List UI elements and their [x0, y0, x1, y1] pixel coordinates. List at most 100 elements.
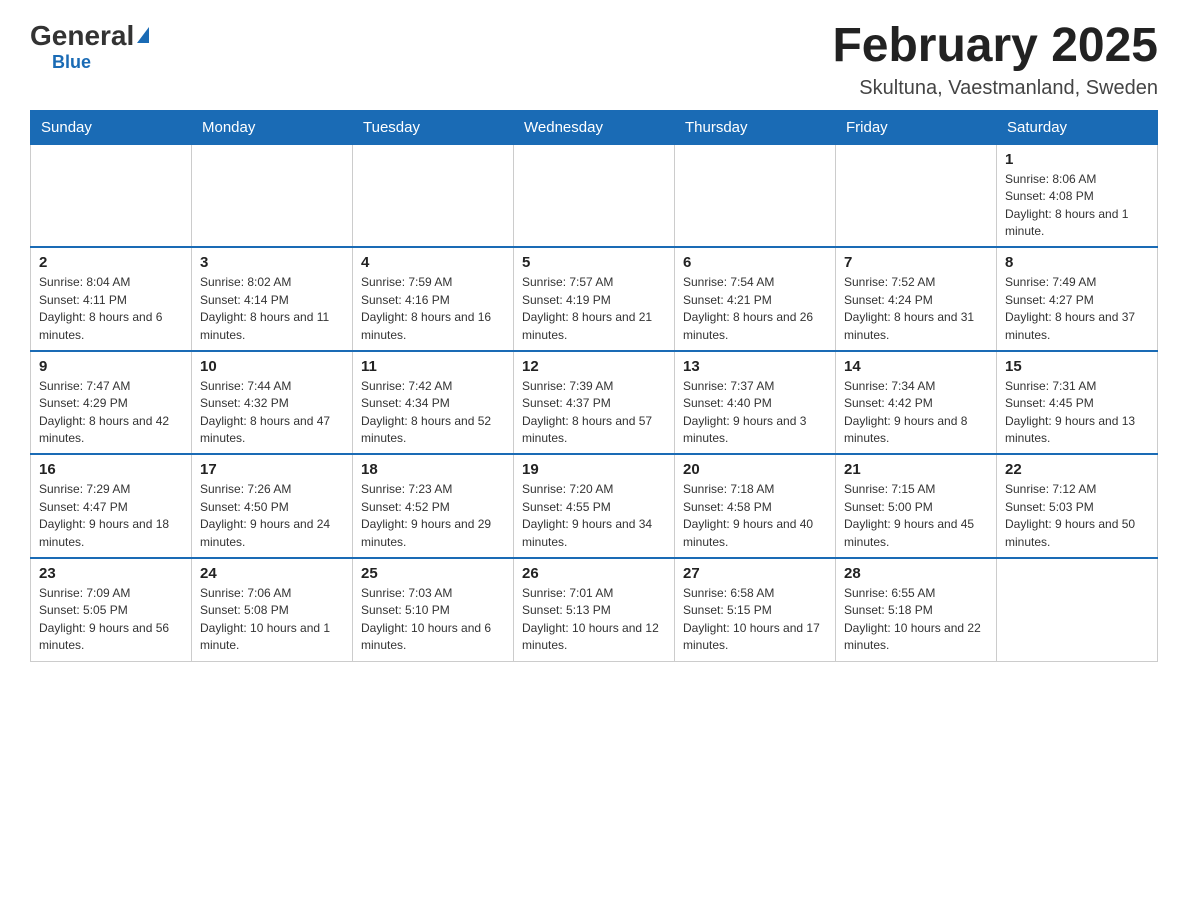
calendar-cell: 23 Sunrise: 7:09 AMSunset: 5:05 PMDayligh…: [31, 558, 192, 661]
calendar-table: SundayMondayTuesdayWednesdayThursdayFrid…: [30, 110, 1158, 662]
weekday-header-monday: Monday: [192, 110, 353, 144]
calendar-cell: [192, 144, 353, 247]
day-number: 1: [1005, 151, 1149, 168]
calendar-cell: 24Sunrise: 7:06 AMSunset: 5:08 PMDayligh…: [192, 558, 353, 661]
calendar-cell: 14 Sunrise: 7:34 AMSunset: 4:42 PMDayligh…: [836, 351, 997, 455]
day-number: 26: [522, 565, 666, 582]
calendar-cell: 20 Sunrise: 7:18 AMSunset: 4:58 PMDayligh…: [675, 454, 836, 558]
calendar-cell: 7 Sunrise: 7:52 AMSunset: 4:24 PMDaylight…: [836, 247, 997, 351]
day-number: 24: [200, 565, 344, 582]
calendar-cell: 6 Sunrise: 7:54 AMSunset: 4:21 PMDaylight…: [675, 247, 836, 351]
weekday-header-saturday: Saturday: [997, 110, 1158, 144]
day-info: Sunrise: 7:34 AMSunset: 4:42 PMDaylight:…: [844, 378, 988, 448]
calendar-cell: 11 Sunrise: 7:42 AMSunset: 4:34 PMDayligh…: [353, 351, 514, 455]
logo-triangle: [137, 27, 149, 43]
day-number: 16: [39, 461, 183, 478]
location-subtitle: Skultuna, Vaestmanland, Sweden: [832, 77, 1158, 100]
day-info: Sunrise: 7:49 AMSunset: 4:27 PMDaylight:…: [1005, 274, 1149, 344]
calendar-cell: 16 Sunrise: 7:29 AMSunset: 4:47 PMDayligh…: [31, 454, 192, 558]
weekday-header-wednesday: Wednesday: [514, 110, 675, 144]
day-number: 20: [683, 461, 827, 478]
day-number: 3: [200, 254, 344, 271]
calendar-cell: 13 Sunrise: 7:37 AMSunset: 4:40 PMDayligh…: [675, 351, 836, 455]
calendar-cell: 9 Sunrise: 7:47 AMSunset: 4:29 PMDaylight…: [31, 351, 192, 455]
calendar-cell: 19 Sunrise: 7:20 AMSunset: 4:55 PMDayligh…: [514, 454, 675, 558]
week-row-2: 2Sunrise: 8:04 AMSunset: 4:11 PMDaylight…: [31, 247, 1158, 351]
day-number: 23: [39, 565, 183, 582]
calendar-cell: 26 Sunrise: 7:01 AMSunset: 5:13 PMDayligh…: [514, 558, 675, 661]
day-info: Sunrise: 6:55 AMSunset: 5:18 PMDaylight:…: [844, 585, 988, 655]
day-info: Sunrise: 6:58 AMSunset: 5:15 PMDaylight:…: [683, 585, 827, 655]
day-number: 6: [683, 254, 827, 271]
day-number: 28: [844, 565, 988, 582]
week-row-5: 23 Sunrise: 7:09 AMSunset: 5:05 PMDayligh…: [31, 558, 1158, 661]
day-number: 2: [39, 254, 183, 271]
day-info: Sunrise: 7:57 AMSunset: 4:19 PMDaylight:…: [522, 274, 666, 344]
calendar-cell: [997, 558, 1158, 661]
day-info: Sunrise: 7:20 AMSunset: 4:55 PMDaylight:…: [522, 481, 666, 551]
day-number: 8: [1005, 254, 1149, 271]
day-info: Sunrise: 7:09 AMSunset: 5:05 PMDaylight:…: [39, 585, 183, 655]
day-number: 5: [522, 254, 666, 271]
day-info: Sunrise: 8:02 AMSunset: 4:14 PMDaylight:…: [200, 274, 344, 344]
header: General Blue February 2025 Skultuna, Vae…: [30, 20, 1158, 100]
day-number: 15: [1005, 358, 1149, 375]
day-info: Sunrise: 7:47 AMSunset: 4:29 PMDaylight:…: [39, 378, 183, 448]
day-info: Sunrise: 7:15 AMSunset: 5:00 PMDaylight:…: [844, 481, 988, 551]
day-info: Sunrise: 7:29 AMSunset: 4:47 PMDaylight:…: [39, 481, 183, 551]
calendar-cell: 8 Sunrise: 7:49 AMSunset: 4:27 PMDaylight…: [997, 247, 1158, 351]
logo-blue-text: Blue: [52, 52, 91, 72]
day-info: Sunrise: 7:01 AMSunset: 5:13 PMDaylight:…: [522, 585, 666, 655]
day-number: 12: [522, 358, 666, 375]
weekday-header-sunday: Sunday: [31, 110, 192, 144]
calendar-cell: 22Sunrise: 7:12 AMSunset: 5:03 PMDayligh…: [997, 454, 1158, 558]
day-number: 10: [200, 358, 344, 375]
day-number: 14: [844, 358, 988, 375]
calendar-cell: 21 Sunrise: 7:15 AMSunset: 5:00 PMDayligh…: [836, 454, 997, 558]
day-number: 7: [844, 254, 988, 271]
calendar-cell: 5 Sunrise: 7:57 AMSunset: 4:19 PMDaylight…: [514, 247, 675, 351]
logo-general-text: General: [30, 20, 134, 52]
calendar-cell: 18 Sunrise: 7:23 AMSunset: 4:52 PMDayligh…: [353, 454, 514, 558]
day-number: 19: [522, 461, 666, 478]
calendar-cell: 4 Sunrise: 7:59 AMSunset: 4:16 PMDaylight…: [353, 247, 514, 351]
day-info: Sunrise: 7:39 AMSunset: 4:37 PMDaylight:…: [522, 378, 666, 448]
week-row-4: 16 Sunrise: 7:29 AMSunset: 4:47 PMDayligh…: [31, 454, 1158, 558]
calendar-cell: [353, 144, 514, 247]
weekday-header-friday: Friday: [836, 110, 997, 144]
day-info: Sunrise: 7:42 AMSunset: 4:34 PMDaylight:…: [361, 378, 505, 448]
day-info: Sunrise: 7:23 AMSunset: 4:52 PMDaylight:…: [361, 481, 505, 551]
calendar-cell: [514, 144, 675, 247]
day-number: 21: [844, 461, 988, 478]
calendar-cell: 15Sunrise: 7:31 AMSunset: 4:45 PMDayligh…: [997, 351, 1158, 455]
week-row-3: 9 Sunrise: 7:47 AMSunset: 4:29 PMDaylight…: [31, 351, 1158, 455]
day-info: Sunrise: 7:26 AMSunset: 4:50 PMDaylight:…: [200, 481, 344, 551]
calendar-cell: [31, 144, 192, 247]
day-number: 11: [361, 358, 505, 375]
day-number: 18: [361, 461, 505, 478]
day-info: Sunrise: 7:59 AMSunset: 4:16 PMDaylight:…: [361, 274, 505, 344]
day-info: Sunrise: 7:12 AMSunset: 5:03 PMDaylight:…: [1005, 481, 1149, 551]
day-number: 9: [39, 358, 183, 375]
day-info: Sunrise: 7:18 AMSunset: 4:58 PMDaylight:…: [683, 481, 827, 551]
month-title: February 2025: [832, 20, 1158, 73]
calendar-cell: 27 Sunrise: 6:58 AMSunset: 5:15 PMDayligh…: [675, 558, 836, 661]
logo: General Blue: [30, 20, 149, 73]
weekday-header-row: SundayMondayTuesdayWednesdayThursdayFrid…: [31, 110, 1158, 144]
day-number: 13: [683, 358, 827, 375]
day-info: Sunrise: 7:37 AMSunset: 4:40 PMDaylight:…: [683, 378, 827, 448]
day-info: Sunrise: 8:06 AMSunset: 4:08 PMDaylight:…: [1005, 171, 1149, 241]
day-number: 17: [200, 461, 344, 478]
calendar-cell: 3 Sunrise: 8:02 AMSunset: 4:14 PMDaylight…: [192, 247, 353, 351]
calendar-cell: 12 Sunrise: 7:39 AMSunset: 4:37 PMDayligh…: [514, 351, 675, 455]
day-number: 4: [361, 254, 505, 271]
weekday-header-thursday: Thursday: [675, 110, 836, 144]
calendar-cell: 17 Sunrise: 7:26 AMSunset: 4:50 PMDayligh…: [192, 454, 353, 558]
day-number: 25: [361, 565, 505, 582]
day-info: Sunrise: 7:44 AMSunset: 4:32 PMDaylight:…: [200, 378, 344, 448]
day-info: Sunrise: 7:54 AMSunset: 4:21 PMDaylight:…: [683, 274, 827, 344]
calendar-cell: 2Sunrise: 8:04 AMSunset: 4:11 PMDaylight…: [31, 247, 192, 351]
weekday-header-tuesday: Tuesday: [353, 110, 514, 144]
day-info: Sunrise: 7:52 AMSunset: 4:24 PMDaylight:…: [844, 274, 988, 344]
day-number: 27: [683, 565, 827, 582]
